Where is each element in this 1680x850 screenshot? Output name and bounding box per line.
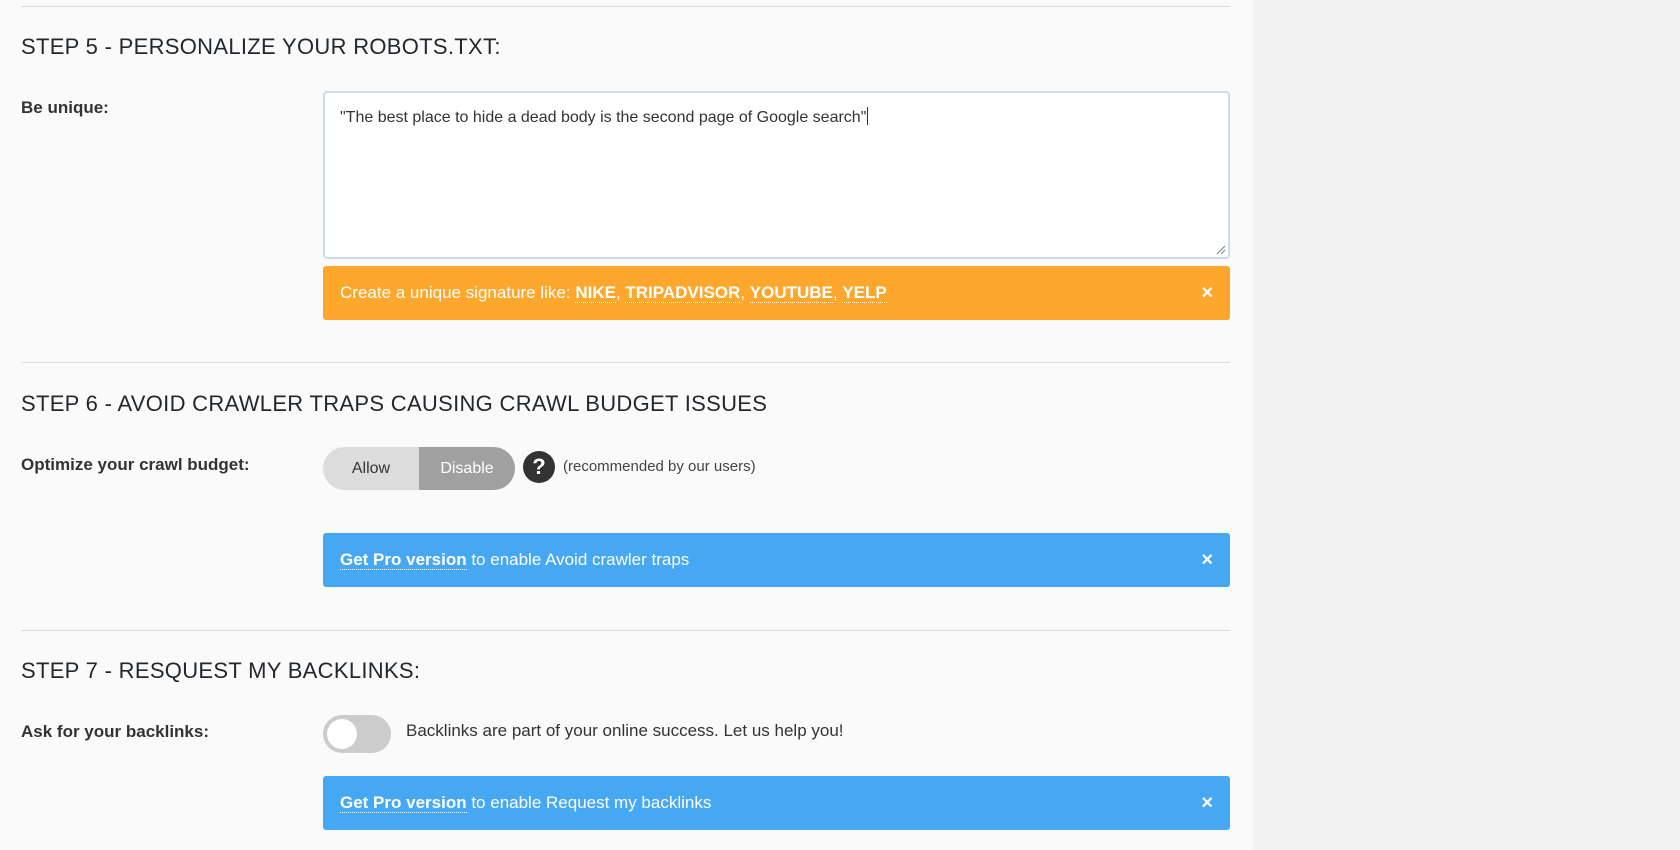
help-icon[interactable]: ? <box>523 451 555 483</box>
recommendation-text: (recommended by our users) <box>563 458 756 475</box>
signature-notice: Create a unique signature like: NIKE, TR… <box>323 266 1230 320</box>
backlinks-label: Ask for your backlinks: <box>21 722 210 741</box>
resize-handle-icon[interactable] <box>1216 245 1226 255</box>
backlinks-pro-notice: Get Pro version to enable Request my bac… <box>323 776 1230 830</box>
notice-text: to enable Request my backlinks <box>466 793 712 812</box>
youtube-link[interactable]: YOUTUBE <box>749 283 833 303</box>
notice-separator: , <box>740 283 750 302</box>
crawl-budget-label: Optimize your crawl budget: <box>21 455 250 474</box>
disable-option[interactable]: Disable <box>419 447 515 490</box>
step6-heading: STEP 6 - AVOID CRAWLER TRAPS CAUSING CRA… <box>21 391 768 416</box>
notice-separator: , <box>615 283 626 302</box>
toggle-knob <box>327 719 357 749</box>
backlinks-toggle[interactable] <box>323 715 391 753</box>
crawler-traps-pro-notice: Get Pro version to enable Avoid crawler … <box>323 533 1230 587</box>
nike-link[interactable]: NIKE <box>575 283 616 303</box>
step7-heading: STEP 7 - RESQUEST MY BACKLINKS: <box>21 658 421 683</box>
backlinks-description: Backlinks are part of your online succes… <box>406 721 844 740</box>
get-pro-version-link[interactable]: Get Pro version <box>340 550 467 570</box>
crawl-budget-switch: Allow Disable <box>323 447 515 490</box>
notice-text: to enable Avoid crawler traps <box>466 550 690 569</box>
step5-heading: STEP 5 - PERSONALIZE YOUR ROBOTS.TXT: <box>21 34 501 59</box>
get-pro-version-link[interactable]: Get Pro version <box>340 793 467 813</box>
textarea-value: "The best place to hide a dead body is t… <box>340 107 869 126</box>
allow-option[interactable]: Allow <box>323 447 419 490</box>
settings-panel: STEP 5 - PERSONALIZE YOUR ROBOTS.TXT: Be… <box>0 0 1253 850</box>
be-unique-label: Be unique: <box>21 98 109 117</box>
tripadvisor-link[interactable]: TRIPADVISOR <box>625 283 741 303</box>
yelp-link[interactable]: YELP <box>842 283 887 303</box>
section-divider <box>21 6 1230 7</box>
section-divider <box>21 362 1230 363</box>
close-icon[interactable]: × <box>1201 533 1213 587</box>
close-icon[interactable]: × <box>1201 776 1213 830</box>
signature-textarea[interactable]: "The best place to hide a dead body is t… <box>323 91 1230 259</box>
section-divider <box>21 630 1230 631</box>
notice-text: Create a unique signature like: <box>340 283 576 302</box>
close-icon[interactable]: × <box>1201 266 1213 320</box>
notice-separator: , <box>832 283 843 302</box>
